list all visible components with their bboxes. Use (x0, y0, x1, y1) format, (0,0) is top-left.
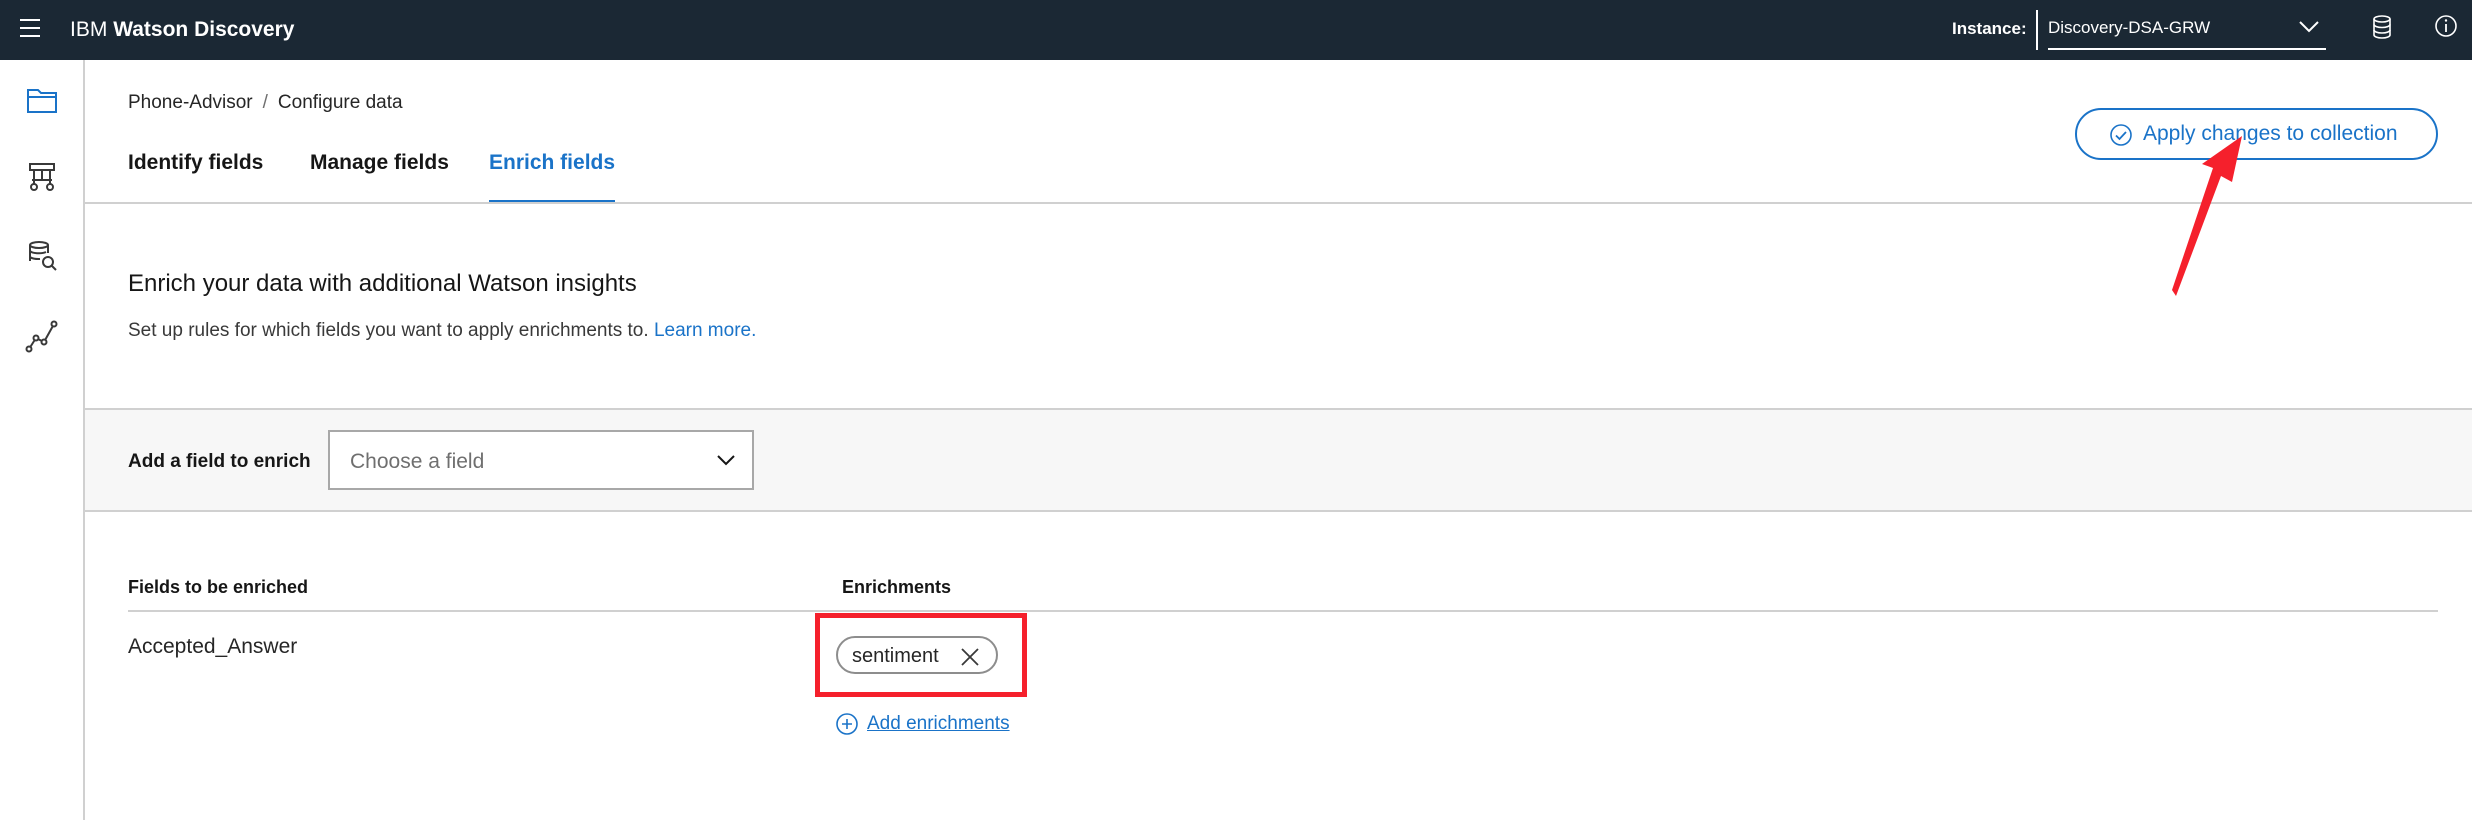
page-heading: Enrich your data with additional Watson … (128, 270, 637, 297)
breadcrumb-current: Configure data (277, 92, 403, 113)
column-header-fields: Fields to be enriched (128, 577, 309, 597)
data-search-icon[interactable] (22, 236, 62, 276)
instance-divider (2036, 10, 2038, 50)
app-title: IBM Watson Discovery (70, 16, 294, 44)
add-field-section: Add a field to enrich Choose a field (85, 408, 2472, 512)
add-field-label: Add a field to enrich (128, 451, 311, 472)
add-enrichments-label: Add enrichments (867, 713, 1010, 734)
table-header-divider (128, 610, 2438, 612)
tab-enrich-fields[interactable]: Enrich fields (489, 148, 616, 204)
apply-changes-label: Apply changes to collection (2143, 122, 2398, 145)
info-icon[interactable] (2434, 14, 2458, 38)
chevron-down-icon (717, 455, 735, 466)
chevron-down-icon (2299, 21, 2319, 33)
brand-name: Watson Discovery (113, 18, 295, 41)
hierarchy-icon[interactable] (22, 158, 62, 198)
column-header-enrichments: Enrichments (842, 577, 952, 597)
analytics-icon[interactable] (22, 316, 62, 356)
top-bar: IBM Watson Discovery Instance: Discovery… (0, 0, 2472, 60)
learn-more-link[interactable]: Learn more. (654, 320, 756, 341)
choose-field-dropdown[interactable]: Choose a field (328, 430, 754, 490)
breadcrumb-link-project[interactable]: Phone-Advisor (128, 92, 253, 113)
tab-manage-fields[interactable]: Manage fields (310, 148, 449, 204)
table-row-field-name: Accepted_Answer (128, 635, 298, 658)
choose-field-placeholder: Choose a field (350, 450, 485, 473)
checkmark-circle-icon (2110, 124, 2132, 146)
tab-enrich-fields-label: Enrich fields (489, 151, 616, 174)
folder-icon[interactable] (22, 80, 62, 120)
tab-identify-fields[interactable]: Identify fields (128, 148, 263, 204)
database-icon[interactable] (2372, 15, 2392, 39)
instance-label: Instance: (1952, 19, 2027, 38)
apply-changes-button[interactable]: Apply changes to collection (2075, 108, 2438, 160)
enrichment-tag: sentiment (836, 636, 998, 674)
breadcrumb-separator: / (262, 92, 268, 113)
page-description: Set up rules for which fields you want t… (128, 318, 756, 344)
left-nav-rail (0, 60, 85, 820)
description-text: Set up rules for which fields you want t… (128, 320, 649, 341)
tabs-divider (85, 202, 2472, 204)
add-circle-icon (836, 713, 858, 735)
brand-prefix: IBM (70, 18, 108, 41)
breadcrumb: Phone-Advisor / Configure data (128, 90, 403, 116)
instance-value: Discovery-DSA-GRW (2048, 18, 2211, 37)
close-icon[interactable] (958, 645, 982, 669)
enrichment-tag-label: sentiment (852, 645, 939, 667)
instance-dropdown[interactable]: Discovery-DSA-GRW (2048, 10, 2326, 50)
hamburger-menu-icon[interactable] (20, 19, 40, 41)
